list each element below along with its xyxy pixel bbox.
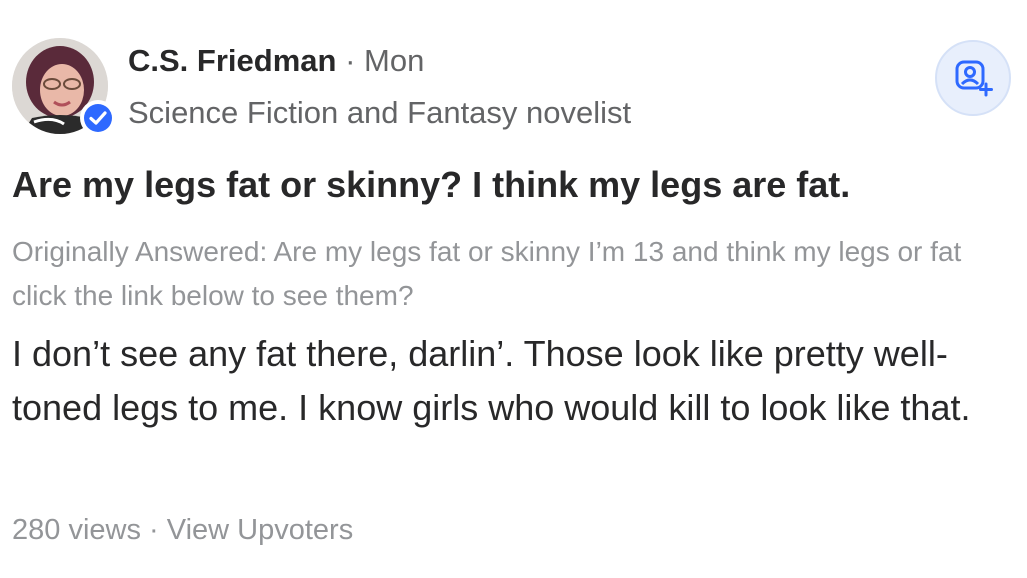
author-name[interactable]: C.S. Friedman [128, 43, 336, 78]
originally-answered[interactable]: Originally Answered: Are my legs fat or … [12, 230, 1002, 318]
person-plus-icon [955, 60, 993, 97]
separator-dot: · [345, 43, 356, 78]
view-upvoters-link[interactable]: View Upvoters [167, 514, 353, 546]
answer-date[interactable]: Mon [364, 43, 424, 78]
follow-button[interactable] [935, 40, 1011, 116]
view-count: 280 views [12, 514, 141, 546]
author-line: C.S. Friedman · Mon [128, 42, 424, 80]
separator-dot: · [149, 514, 159, 546]
verified-badge-icon [80, 100, 116, 136]
answer-header: C.S. Friedman · Mon Science Fiction and … [12, 38, 1015, 136]
avatar-wrap[interactable] [12, 38, 116, 136]
answer-card: C.S. Friedman · Mon Science Fiction and … [0, 0, 1027, 578]
answer-stats: 280 views · View Upvoters [12, 511, 353, 549]
question-title[interactable]: Are my legs fat or skinny? I think my le… [12, 162, 850, 208]
answer-body: I don’t see any fat there, darlin’. Thos… [12, 333, 971, 428]
author-credential[interactable]: Science Fiction and Fantasy novelist [128, 94, 631, 132]
